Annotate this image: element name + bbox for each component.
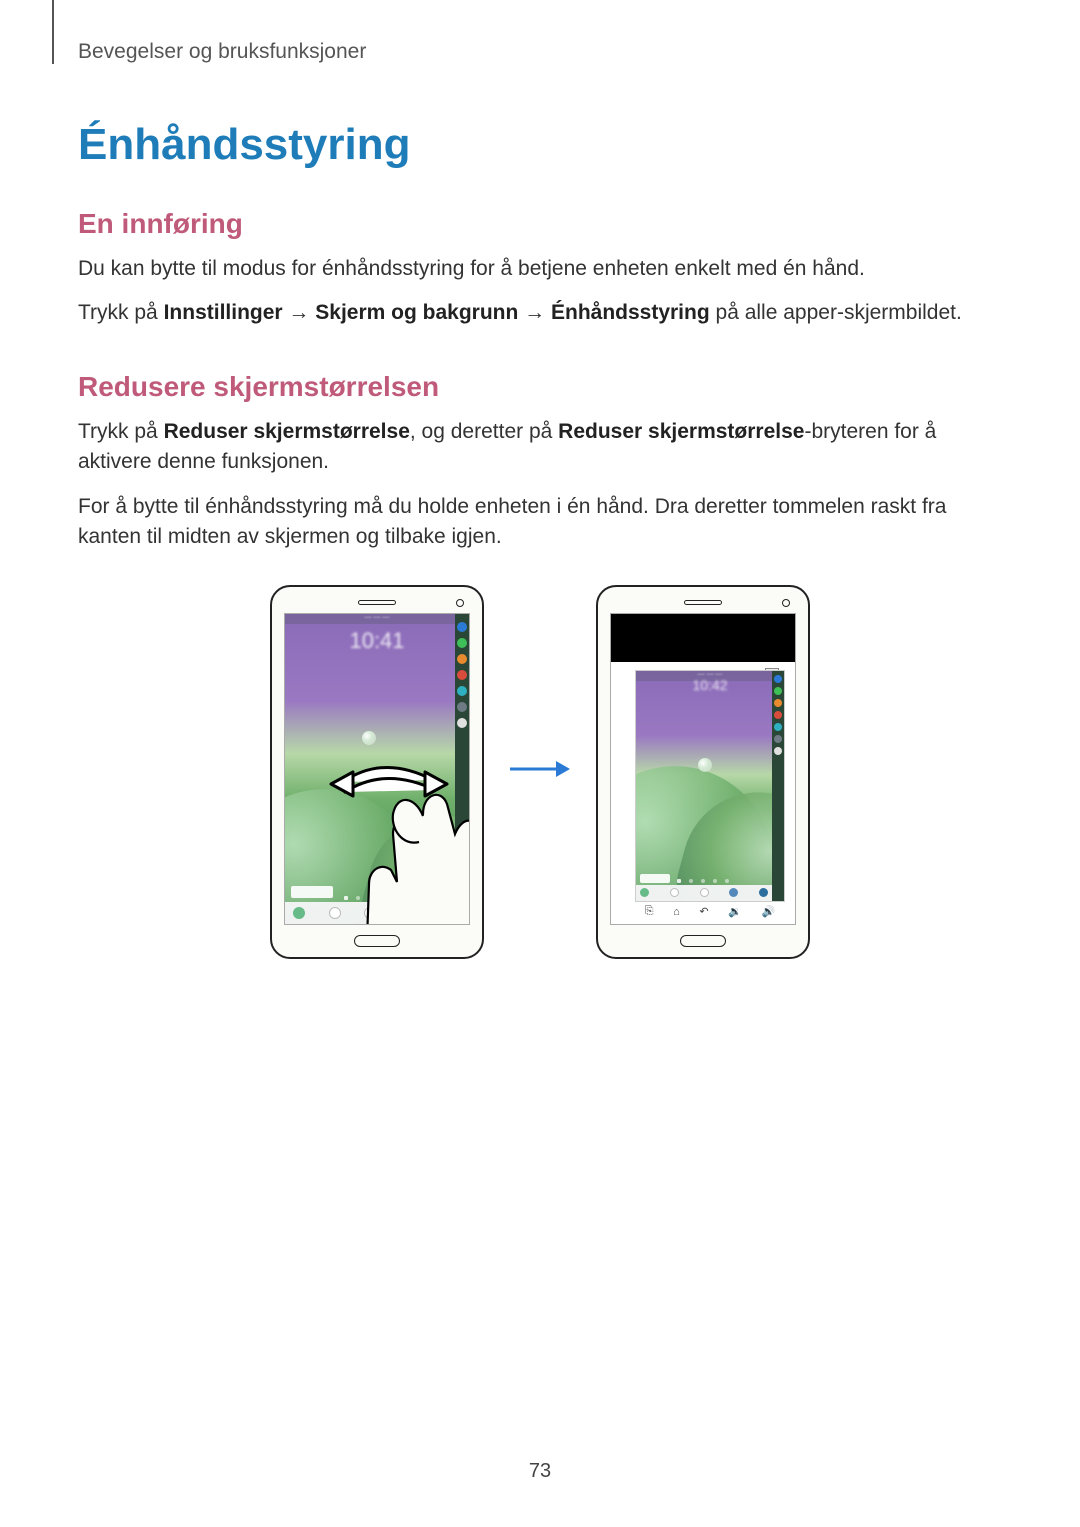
bold-settings: Innstillinger [164, 301, 283, 324]
phone-screen-reduced: ⊠ 10:42 — — — [610, 613, 796, 925]
intro-paragraph-1: Du kan bytte til modus for énhåndsstyrin… [78, 254, 1002, 284]
reduce-paragraph-1: Trykk på Reduser skjermstørrelse, og der… [78, 417, 1002, 478]
phone-screen-full: 10:41 — — — [284, 613, 470, 925]
home-icon: ⌂ [673, 906, 680, 918]
text-fragment: på alle apper-skjermbildet. [710, 301, 962, 324]
section-heading-intro: En innføring [78, 208, 1002, 240]
margin-rule [52, 0, 54, 64]
phone-illustration-before: 10:41 — — — [270, 585, 484, 959]
bold-onehand: Énhåndsstyring [551, 301, 710, 324]
lockscreen-clock: 10:41 [285, 628, 469, 654]
arrow-sep: → [518, 301, 551, 324]
bold-reduce-1: Reduser skjermstørrelse [164, 420, 410, 443]
arrow-right-icon [508, 757, 572, 786]
text-fragment: Trykk på [78, 301, 164, 324]
system-nav-bar: ⎘ ⌂ ↶ 🔉 🔊 [635, 904, 785, 920]
phone-illustration-after: ⊠ 10:42 — — — [596, 585, 810, 959]
edge-panel [455, 614, 469, 924]
volume-down-icon: 🔉 [728, 905, 742, 918]
volume-up-icon: 🔊 [761, 905, 775, 918]
speaker-slot-icon [684, 600, 722, 605]
arrow-sep: → [283, 301, 316, 324]
camera-dot-icon [782, 599, 790, 607]
lockscreen-clock-mini: 10:42 [636, 677, 784, 693]
page-title: Énhåndsstyring [78, 120, 1002, 170]
page-number: 73 [0, 1460, 1080, 1483]
speaker-slot-icon [358, 600, 396, 605]
section-heading-reduce: Redusere skjermstørrelsen [78, 371, 1002, 403]
home-button-icon [680, 935, 726, 947]
text-fragment: , og deretter på [410, 420, 558, 443]
figure-row: 10:41 — — — [78, 585, 1002, 959]
intro-paragraph-2: Trykk på Innstillinger → Skjerm og bakgr… [78, 298, 1002, 328]
bold-display: Skjerm og bakgrunn [315, 301, 518, 324]
text-fragment: Trykk på [78, 420, 164, 443]
bold-reduce-2: Reduser skjermstørrelse [558, 420, 804, 443]
home-button-icon [354, 935, 400, 947]
breadcrumb: Bevegelser og bruksfunksjoner [78, 40, 1002, 64]
camera-dot-icon [456, 599, 464, 607]
recent-apps-icon: ⎘ [645, 905, 654, 918]
reduce-paragraph-2: For å bytte til énhåndsstyring må du hol… [78, 492, 1002, 553]
back-icon: ↶ [699, 905, 708, 918]
